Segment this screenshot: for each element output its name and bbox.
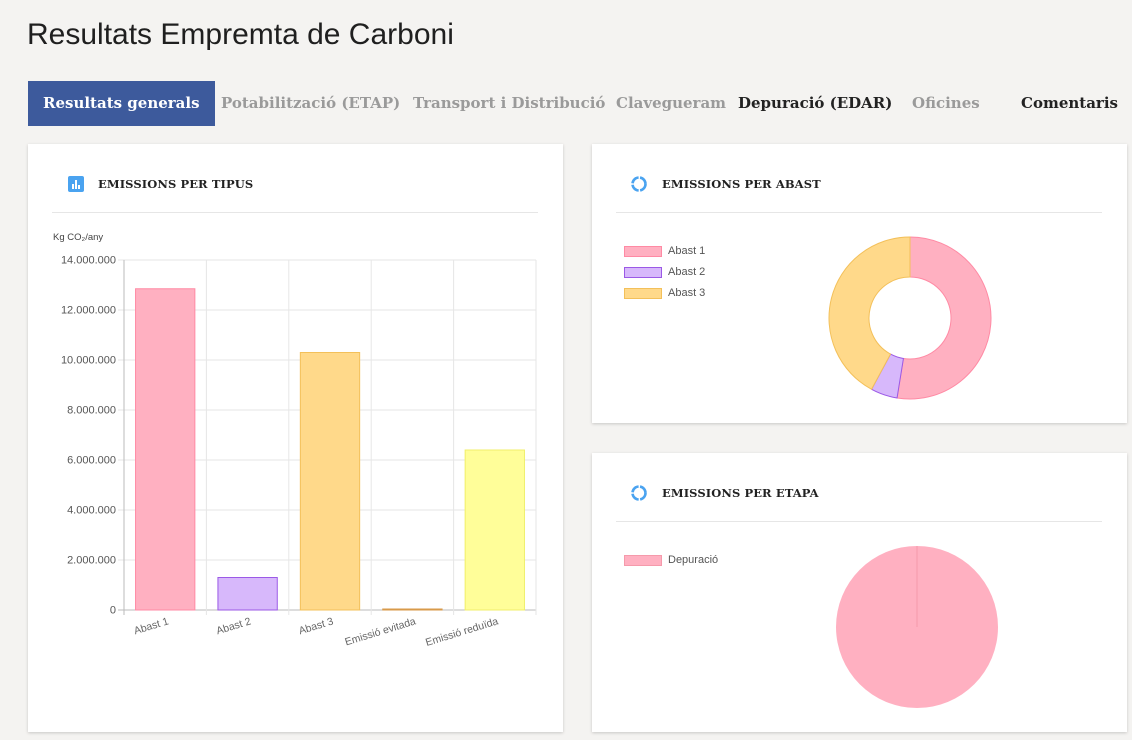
y-tick-label: 4.000.000 <box>67 505 116 517</box>
card-title: EMISSIONS PER TIPUS <box>98 177 254 191</box>
x-tick-label: Abast 1 <box>133 615 171 637</box>
bar-abast-1 <box>135 288 196 611</box>
bar-emissi-evitada <box>382 608 443 611</box>
x-tick-label: Abast 2 <box>215 615 253 637</box>
tab-resultats-generals[interactable]: Resultats generals <box>28 81 215 126</box>
donut-chart <box>828 236 992 400</box>
tab-transport-distribucio[interactable]: Transport i Distribució <box>413 81 605 126</box>
tab-oficines[interactable]: Oficines <box>912 81 980 126</box>
bar-chart: Kg CO₂/any 0 2.000.000 4.000.000 6.000.000 8.… <box>53 232 537 649</box>
y-tick-label: 14.000.000 <box>61 255 116 267</box>
pie-chart <box>836 546 998 708</box>
y-tick-label: 6.000.000 <box>67 455 116 467</box>
card-emissions-per-etapa: EMISSIONS PER ETAPA Depuració <box>592 453 1127 732</box>
tab-depuracio[interactable]: Depuració (EDAR) <box>738 81 892 126</box>
tab-clavegueram[interactable]: Clavegueram <box>616 81 726 126</box>
x-tick-label: Abast 3 <box>297 615 335 637</box>
x-tick-label: Emissió reduïda <box>424 615 500 649</box>
y-tick-label: 10.000.000 <box>61 355 116 367</box>
card-emissions-per-tipus: EMISSIONS PER TIPUS Kg CO₂/any 0 2.000.000… <box>28 144 563 732</box>
x-tick-label: Emissió evitada <box>343 615 417 648</box>
card-header: EMISSIONS PER TIPUS <box>68 171 253 197</box>
y-tick-label: 8.000.000 <box>67 405 116 417</box>
slice-abast-1 <box>896 236 992 400</box>
y-tick-label: 2.000.000 <box>67 555 116 567</box>
y-tick-label: 0 <box>110 605 116 617</box>
tab-potabilitzacio[interactable]: Potabilització (ETAP) <box>221 81 400 126</box>
bar-emissi-redu-da <box>464 449 525 611</box>
page-title: Resultats Empremta de Carboni <box>27 18 454 51</box>
y-axis-label: Kg CO₂/any <box>53 232 103 243</box>
card-emissions-per-abast: EMISSIONS PER ABAST Abast 1 Abast 2 Abast … <box>592 144 1127 423</box>
bar-abast-2 <box>217 577 278 611</box>
bar-chart-icon <box>68 176 84 192</box>
y-tick-label: 12.000.000 <box>61 305 116 317</box>
bar-abast-3 <box>299 352 361 611</box>
tab-comentaris[interactable]: Comentaris <box>1021 81 1118 126</box>
